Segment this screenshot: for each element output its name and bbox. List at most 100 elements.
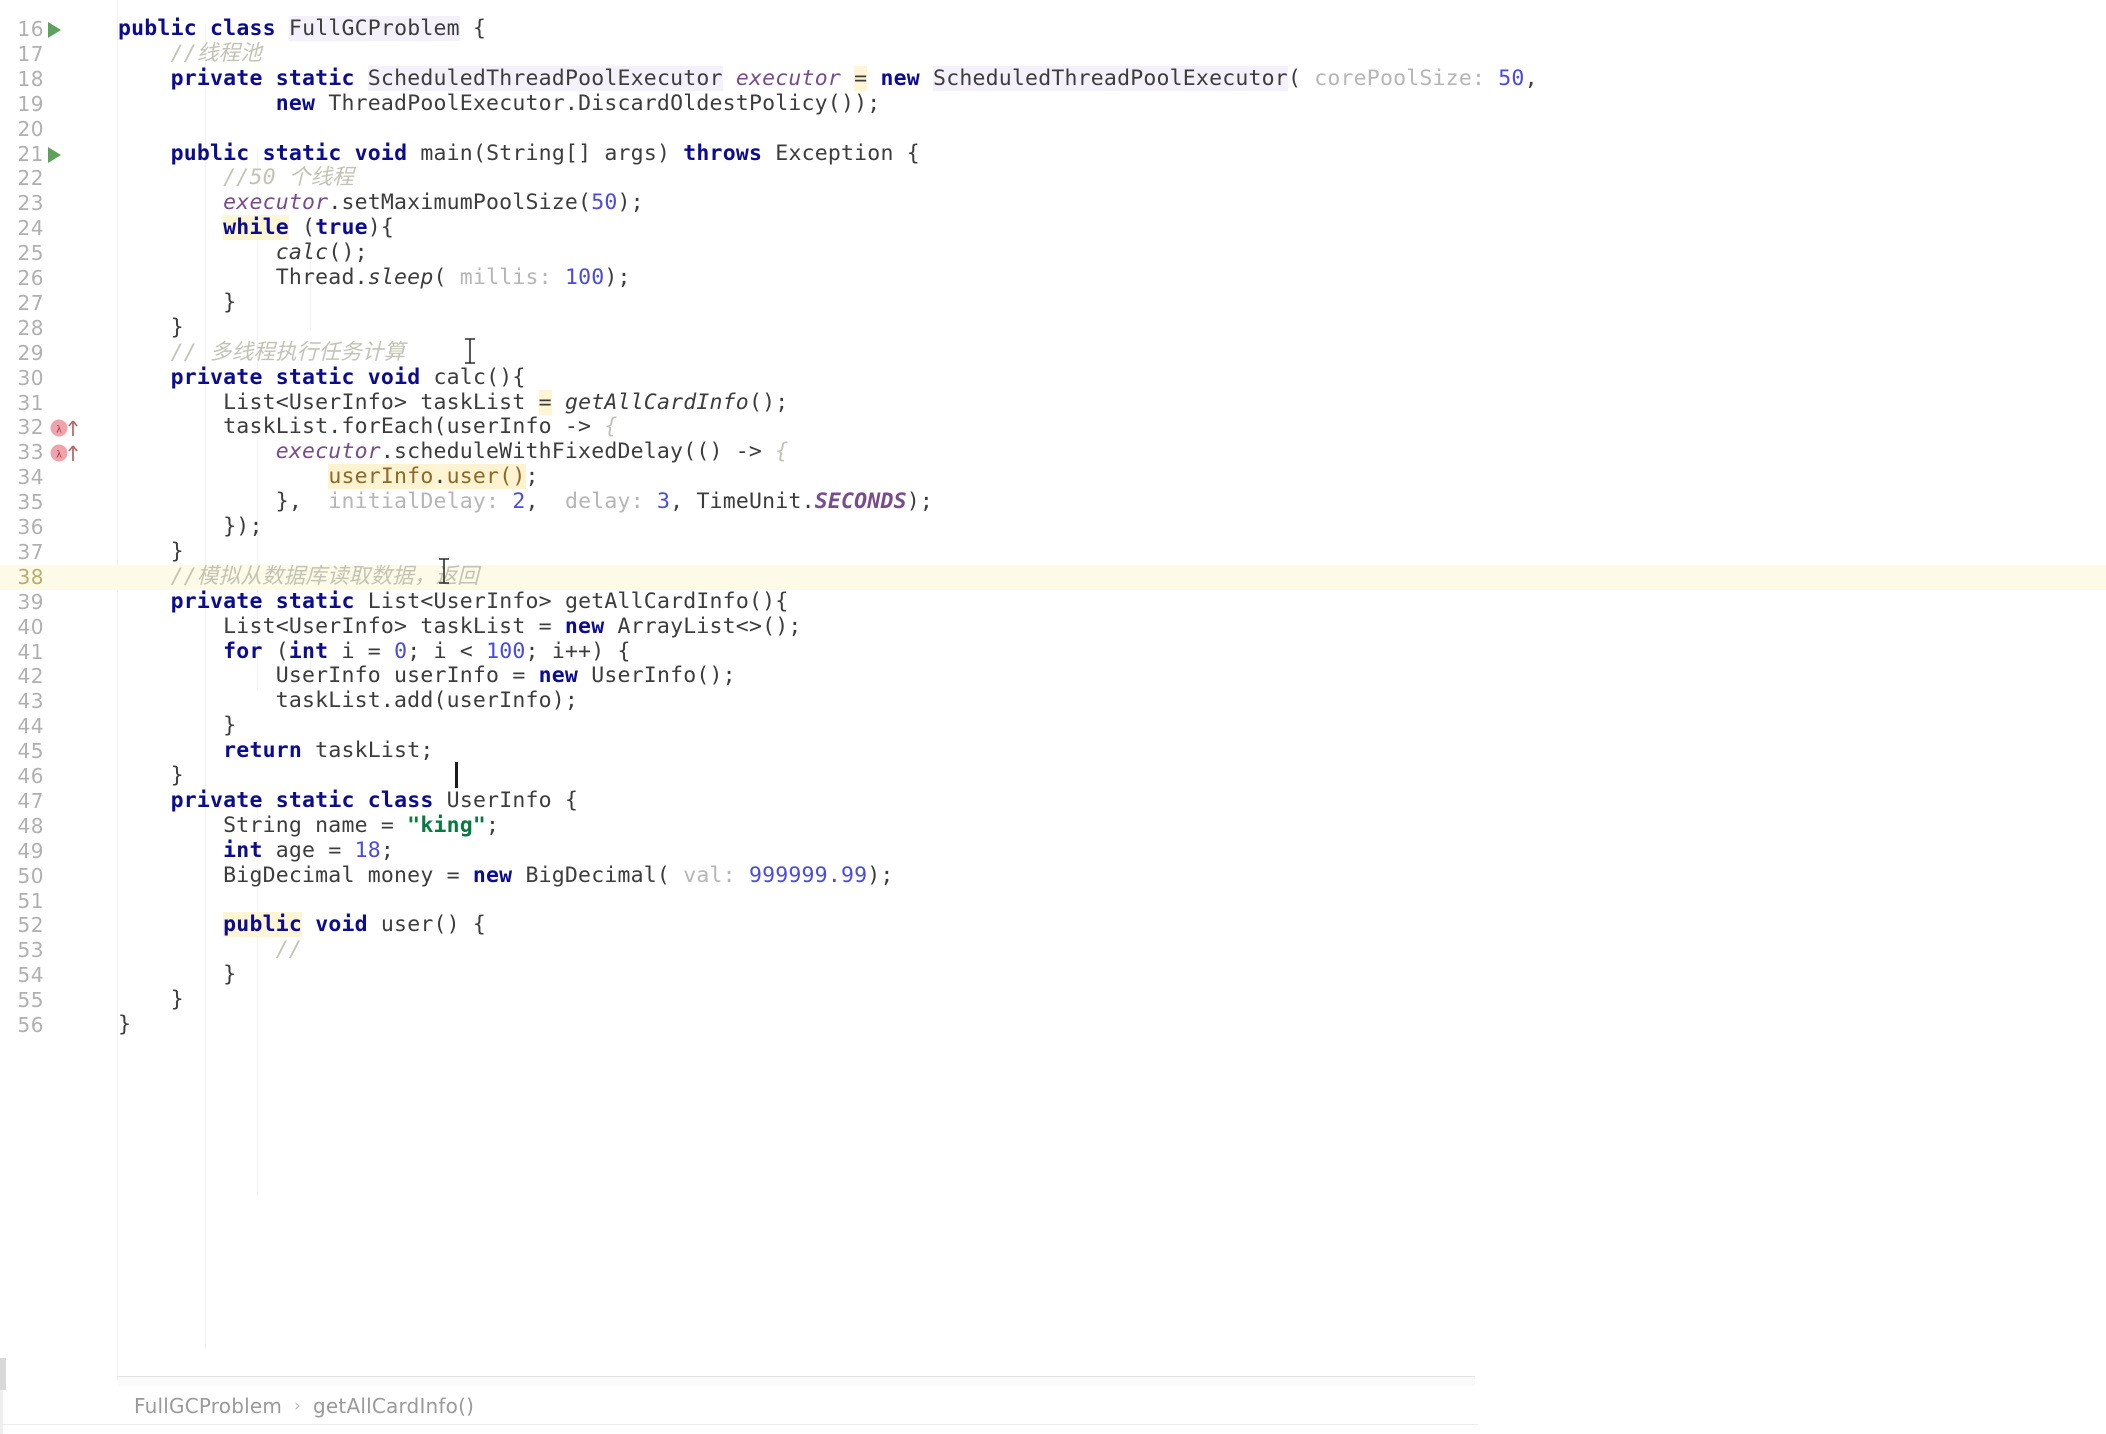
- code-line[interactable]: 39 private static List<UserInfo> getAllC…: [0, 589, 2106, 615]
- code-text[interactable]: }: [118, 713, 236, 739]
- code-line[interactable]: 55 }: [0, 987, 2106, 1013]
- code-text[interactable]: public static void main(String[] args) t…: [118, 140, 920, 167]
- code-line[interactable]: 41 for (int i = 0; i < 100; i++) {: [0, 639, 2106, 665]
- code-line[interactable]: 42 UserInfo userInfo = new UserInfo();: [0, 663, 2106, 689]
- code-line[interactable]: 31 List<UserInfo> taskList = getAllCardI…: [0, 389, 2106, 416]
- code-line[interactable]: 47 private static class UserInfo {: [0, 788, 2106, 814]
- code-line[interactable]: 34 userInfo.user();: [0, 464, 2106, 490]
- code-text[interactable]: private static ScheduledThreadPoolExecut…: [118, 65, 1538, 92]
- code-text[interactable]: }: [118, 539, 184, 565]
- code-line[interactable]: 23 executor.setMaximumPoolSize(50);: [0, 190, 2106, 216]
- code-token: );: [604, 265, 631, 290]
- code-token: //线程池: [118, 40, 262, 66]
- lambda-gutter-icon[interactable]: λ: [50, 444, 84, 462]
- code-line[interactable]: 40 List<UserInfo> taskList = new ArrayLi…: [0, 614, 2106, 640]
- code-line[interactable]: 36 });: [0, 514, 2106, 540]
- code-text[interactable]: }: [118, 763, 184, 789]
- code-text[interactable]: for (int i = 0; i < 100; i++) {: [118, 639, 631, 665]
- code-line[interactable]: 54 }: [0, 962, 2106, 988]
- code-line[interactable]: 28 }: [0, 315, 2106, 341]
- code-text[interactable]: taskList.forEach(userInfo -> {: [118, 414, 618, 440]
- code-line[interactable]: 26 Thread.sleep( millis: 100);: [0, 265, 2106, 291]
- code-line[interactable]: 46 }: [0, 763, 2106, 789]
- code-line[interactable]: 17 //线程池: [0, 40, 2106, 67]
- code-token: ScheduledThreadPoolExecutor: [933, 65, 1288, 91]
- code-line[interactable]: 35 }, initialDelay: 2, delay: 3, TimeUni…: [0, 489, 2106, 515]
- breadcrumb-class[interactable]: FullGCProblem: [134, 1394, 282, 1418]
- code-line[interactable]: 20: [0, 117, 2106, 142]
- code-text[interactable]: //线程池: [118, 40, 262, 67]
- code-line[interactable]: 24 while (true){: [0, 215, 2106, 241]
- code-text[interactable]: //: [118, 937, 302, 963]
- code-text[interactable]: }: [118, 962, 236, 988]
- code-line[interactable]: 52 public void user() {: [0, 912, 2106, 938]
- code-text[interactable]: private static void calc(){: [118, 365, 526, 391]
- code-token: Exception {: [775, 140, 920, 166]
- code-line[interactable]: 29 // 多线程执行任务计算: [0, 340, 2106, 366]
- code-line[interactable]: 33 λ executor.scheduleWithFixedDelay(() -…: [0, 439, 2106, 465]
- code-line[interactable]: 49 int age = 18;: [0, 838, 2106, 864]
- code-line[interactable]: 44 }: [0, 713, 2106, 739]
- code-text[interactable]: int age = 18;: [118, 838, 394, 864]
- code-text[interactable]: }: [118, 1012, 131, 1038]
- code-editor[interactable]: 16 public class FullGCProblem {17 //线程池 18…: [0, 0, 2106, 1434]
- code-token: "king": [407, 812, 487, 838]
- code-line[interactable]: 50 BigDecimal money = new BigDecimal( va…: [0, 863, 2106, 889]
- code-text[interactable]: private static List<UserInfo> getAllCard…: [118, 589, 789, 615]
- code-text[interactable]: }, initialDelay: 2, delay: 3, TimeUnit.S…: [118, 489, 933, 515]
- code-text[interactable]: List<UserInfo> taskList = new ArrayList<…: [118, 614, 802, 640]
- line-number: 21: [17, 141, 44, 166]
- code-text[interactable]: executor.scheduleWithFixedDelay(() -> {: [118, 439, 788, 465]
- code-line[interactable]: 19 new ThreadPoolExecutor.DiscardOldestP…: [0, 91, 2106, 117]
- lambda-gutter-icon[interactable]: λ: [50, 419, 84, 437]
- code-text[interactable]: userInfo.user();: [118, 464, 539, 490]
- code-token: 100: [564, 265, 605, 290]
- code-line[interactable]: 30 private static void calc(){: [0, 365, 2106, 391]
- code-text[interactable]: public class FullGCProblem {: [118, 16, 486, 42]
- code-line[interactable]: 22 //50 个线程: [0, 165, 2106, 191]
- code-line[interactable]: 53 //: [0, 937, 2106, 963]
- code-text[interactable]: // 多线程执行任务计算: [118, 340, 406, 366]
- run-gutter-icon[interactable]: [48, 146, 61, 163]
- code-text[interactable]: while (true){: [118, 215, 394, 241]
- code-text[interactable]: //模拟从数据库读取数据，返回: [118, 564, 479, 590]
- code-line[interactable]: 25 calc();: [0, 240, 2106, 266]
- code-text[interactable]: String name = "king";: [118, 812, 499, 839]
- code-text[interactable]: BigDecimal money = new BigDecimal( val: …: [118, 863, 894, 889]
- code-line[interactable]: 27 }: [0, 290, 2106, 316]
- code-text[interactable]: UserInfo userInfo = new UserInfo();: [118, 663, 736, 689]
- code-text[interactable]: taskList.add(userInfo);: [118, 688, 578, 714]
- code-text[interactable]: return taskList;: [118, 738, 433, 764]
- code-line[interactable]: 32 λ taskList.forEach(userInfo -> {: [0, 414, 2106, 440]
- code-token: executor: [735, 65, 841, 91]
- code-line[interactable]: 43 taskList.add(userInfo);: [0, 688, 2106, 714]
- run-gutter-icon[interactable]: [48, 22, 61, 38]
- code-line[interactable]: 16 public class FullGCProblem {: [0, 16, 2106, 42]
- code-line[interactable]: 38 //模拟从数据库读取数据，返回: [0, 564, 2106, 590]
- code-text[interactable]: }: [118, 290, 236, 316]
- code-text[interactable]: new ThreadPoolExecutor.DiscardOldestPoli…: [118, 91, 880, 117]
- breadcrumb-method[interactable]: getAllCardInfo(): [313, 1394, 474, 1418]
- code-line[interactable]: 51: [0, 889, 2106, 914]
- code-line[interactable]: 48 String name = "king";: [0, 812, 2106, 839]
- code-text[interactable]: calc();: [118, 240, 368, 266]
- code-text[interactable]: public void user() {: [118, 912, 486, 938]
- code-text[interactable]: }: [118, 987, 184, 1013]
- code-text[interactable]: });: [118, 514, 263, 540]
- code-text[interactable]: List<UserInfo> taskList = getAllCardInfo…: [118, 389, 788, 416]
- code-text[interactable]: Thread.sleep( millis: 100);: [118, 265, 631, 291]
- code-line[interactable]: 56}: [0, 1012, 2106, 1038]
- code-line[interactable]: 37 }: [0, 539, 2106, 565]
- code-text[interactable]: //50 个线程: [118, 165, 354, 191]
- code-text[interactable]: private static class UserInfo {: [118, 788, 578, 814]
- code-text[interactable]: executor.setMaximumPoolSize(50);: [118, 190, 644, 216]
- line-number: 22: [17, 166, 44, 191]
- code-line[interactable]: 45 return taskList;: [0, 738, 2106, 764]
- code-line[interactable]: 21 public static void main(String[] args…: [0, 140, 2106, 167]
- breadcrumb[interactable]: FullGCProblem › getAllCardInfo(): [134, 1392, 474, 1420]
- code-line[interactable]: 18 private static ScheduledThreadPoolExe…: [0, 65, 2106, 92]
- code-token: Thread.: [118, 265, 368, 290]
- code-text[interactable]: }: [118, 315, 184, 341]
